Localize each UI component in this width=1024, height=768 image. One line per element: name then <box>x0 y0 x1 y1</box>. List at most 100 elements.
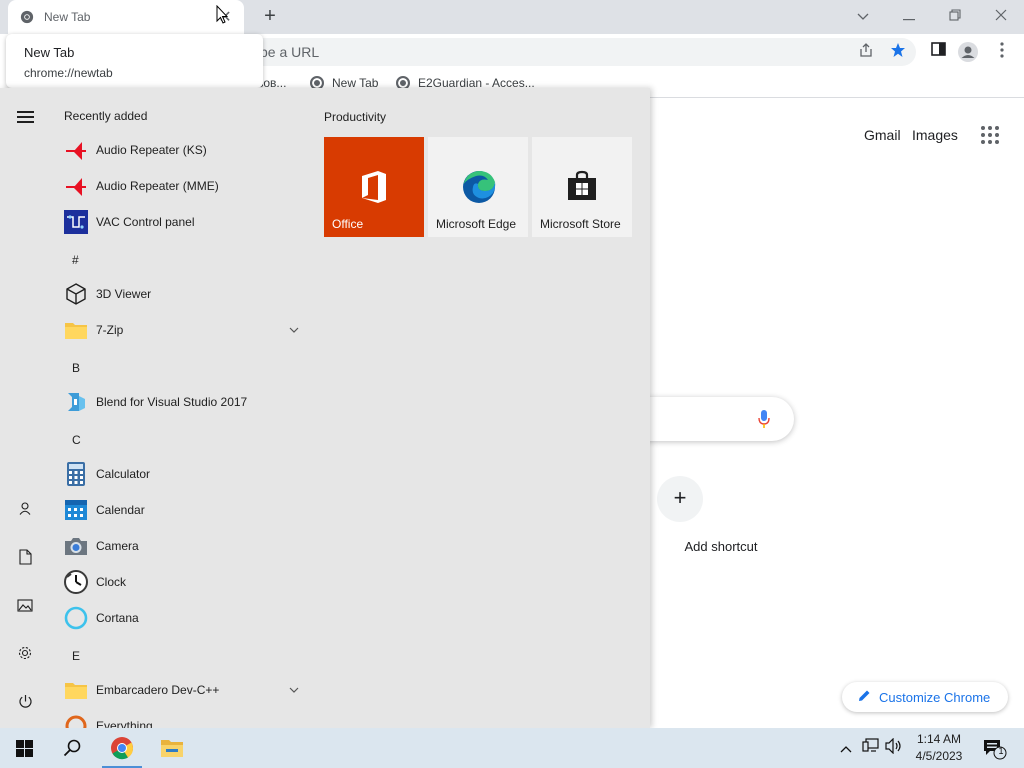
volume-icon[interactable] <box>884 737 904 758</box>
taskbar-chrome-button[interactable] <box>98 728 146 768</box>
expand-chevron-icon[interactable] <box>284 324 304 336</box>
app-name: Camera <box>96 539 139 553</box>
tile-label: Microsoft Store <box>540 217 621 231</box>
hamburger-menu-icon[interactable] <box>17 111 34 126</box>
recently-added-heading: Recently added <box>64 109 148 123</box>
app-name: Audio Repeater (KS) <box>96 143 207 157</box>
clock-icon <box>64 570 88 594</box>
chrome-menu-icon[interactable] <box>992 42 1012 62</box>
camera-icon <box>64 534 88 558</box>
gmail-link[interactable]: Gmail <box>864 127 901 143</box>
section-letter-e[interactable]: E <box>72 649 80 663</box>
user-account-icon[interactable] <box>14 500 36 522</box>
app-7-zip[interactable]: 7-Zip <box>64 315 304 345</box>
hover-card-title: New Tab <box>24 45 75 60</box>
app-name: 3D Viewer <box>96 287 152 301</box>
app-camera[interactable]: Camera <box>64 531 304 561</box>
blend-icon <box>64 390 88 414</box>
customize-chrome-label: Customize Chrome <box>879 689 991 705</box>
show-hidden-icons-chevron-icon[interactable] <box>836 738 856 758</box>
office-logo-icon <box>362 171 386 203</box>
close-window-button[interactable] <box>986 4 1016 28</box>
folder-icon <box>64 678 88 702</box>
customize-chrome-button[interactable]: Customize Chrome <box>842 682 1008 712</box>
new-tab-button[interactable]: + <box>258 4 282 28</box>
calculator-icon <box>64 462 88 486</box>
tile-microsoft-edge[interactable]: Microsoft Edge <box>428 137 528 237</box>
app-clock[interactable]: Clock <box>64 567 304 597</box>
app-name: Embarcadero Dev-C++ <box>96 683 220 697</box>
tab-title: New Tab <box>44 10 91 24</box>
app-cortana[interactable]: Cortana <box>64 603 304 633</box>
start-menu-rail <box>0 88 50 728</box>
profile-avatar-icon[interactable] <box>958 42 978 62</box>
bookmark-star-icon[interactable] <box>888 42 908 62</box>
store-bag-icon <box>568 170 596 200</box>
start-button[interactable] <box>0 728 48 768</box>
section-letter-b[interactable]: B <box>72 361 80 375</box>
add-shortcut-button[interactable]: + <box>657 476 703 522</box>
app-name: Calculator <box>96 467 151 481</box>
app-calendar[interactable]: Calendar <box>64 495 304 525</box>
windows-logo-icon <box>15 739 33 757</box>
minimize-button[interactable] <box>894 4 924 28</box>
app-blend-visual-studio[interactable]: Blend for Visual Studio 2017 <box>64 387 304 417</box>
audio-repeater-icon <box>64 174 88 198</box>
pictures-icon[interactable] <box>14 597 36 619</box>
tab-search-chevron-icon[interactable] <box>848 4 878 28</box>
notification-count-badge: 1 <box>998 746 1004 756</box>
clock-date: 4/5/2023 <box>915 749 963 763</box>
app-name: Calendar <box>96 503 145 517</box>
everything-search-icon <box>64 714 88 728</box>
chrome-favicon-icon <box>20 10 34 24</box>
action-center-icon[interactable]: 1 <box>982 738 1008 760</box>
audio-repeater-icon <box>64 138 88 162</box>
start-apps-list: Recently added Audio Repeater (KS) Audio… <box>50 88 310 728</box>
tile-microsoft-store[interactable]: Microsoft Store <box>532 137 632 237</box>
folder-icon <box>64 318 88 342</box>
google-apps-icon[interactable] <box>981 126 999 144</box>
section-letter-c[interactable]: C <box>72 433 81 447</box>
network-icon[interactable] <box>861 738 881 758</box>
tile-group-productivity[interactable]: Productivity <box>324 110 386 124</box>
app-vac-control-panel[interactable]: VAC Control panel <box>64 207 304 237</box>
power-icon[interactable] <box>14 694 36 716</box>
tile-label: Office <box>332 217 364 231</box>
chrome-logo-icon <box>111 737 134 760</box>
app-embarcadero-dev-cpp[interactable]: Embarcadero Dev-C++ <box>64 675 304 705</box>
app-3d-viewer[interactable]: 3D Viewer <box>64 279 304 309</box>
hover-card-url: chrome://newtab <box>24 66 113 80</box>
app-calculator[interactable]: Calculator <box>64 459 304 489</box>
clock-time: 1:14 AM <box>916 732 962 746</box>
cube-icon <box>64 282 88 306</box>
app-name: Everything <box>96 719 153 728</box>
expand-chevron-icon[interactable] <box>284 684 304 696</box>
app-audio-repeater-ks[interactable]: Audio Repeater (KS) <box>64 135 304 165</box>
file-explorer-icon <box>161 740 183 757</box>
omnibox-placeholder: pe a URL <box>260 44 320 60</box>
section-letter-hash[interactable]: # <box>72 253 79 267</box>
restore-button[interactable] <box>940 4 970 28</box>
taskbar-file-explorer-button[interactable] <box>148 728 196 768</box>
app-name: VAC Control panel <box>96 215 195 229</box>
side-panel-icon[interactable] <box>928 42 948 62</box>
edge-logo-icon <box>463 171 496 203</box>
app-audio-repeater-mme[interactable]: Audio Repeater (MME) <box>64 171 304 201</box>
app-name: Clock <box>96 575 127 589</box>
search-icon <box>63 739 81 757</box>
windows-taskbar: 1:14 AM 4/5/2023 1 <box>0 728 1024 768</box>
vac-control-icon <box>64 210 88 234</box>
tile-office[interactable]: Office <box>324 137 424 237</box>
taskbar-search-button[interactable] <box>48 728 96 768</box>
tab-new-tab[interactable]: New Tab ✕ <box>8 0 244 34</box>
app-everything[interactable]: Everything <box>64 711 304 728</box>
cortana-icon <box>64 606 88 630</box>
app-name: Blend for Visual Studio 2017 <box>96 395 248 409</box>
taskbar-clock[interactable]: 1:14 AM 4/5/2023 <box>906 731 972 765</box>
documents-icon[interactable] <box>14 549 36 571</box>
images-link[interactable]: Images <box>912 127 958 143</box>
settings-gear-icon[interactable] <box>14 645 36 667</box>
microphone-icon[interactable] <box>758 410 770 428</box>
chrome-tab-strip: New Tab ✕ + <box>0 0 1024 34</box>
share-icon[interactable] <box>856 42 876 62</box>
